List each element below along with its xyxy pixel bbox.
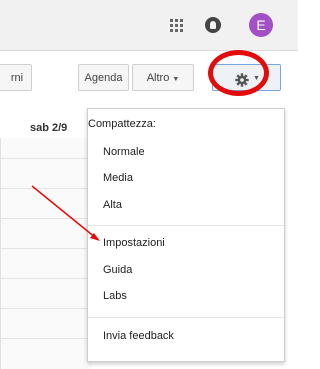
arrow-line [31, 185, 97, 239]
annotation-arrow [31, 185, 100, 241]
